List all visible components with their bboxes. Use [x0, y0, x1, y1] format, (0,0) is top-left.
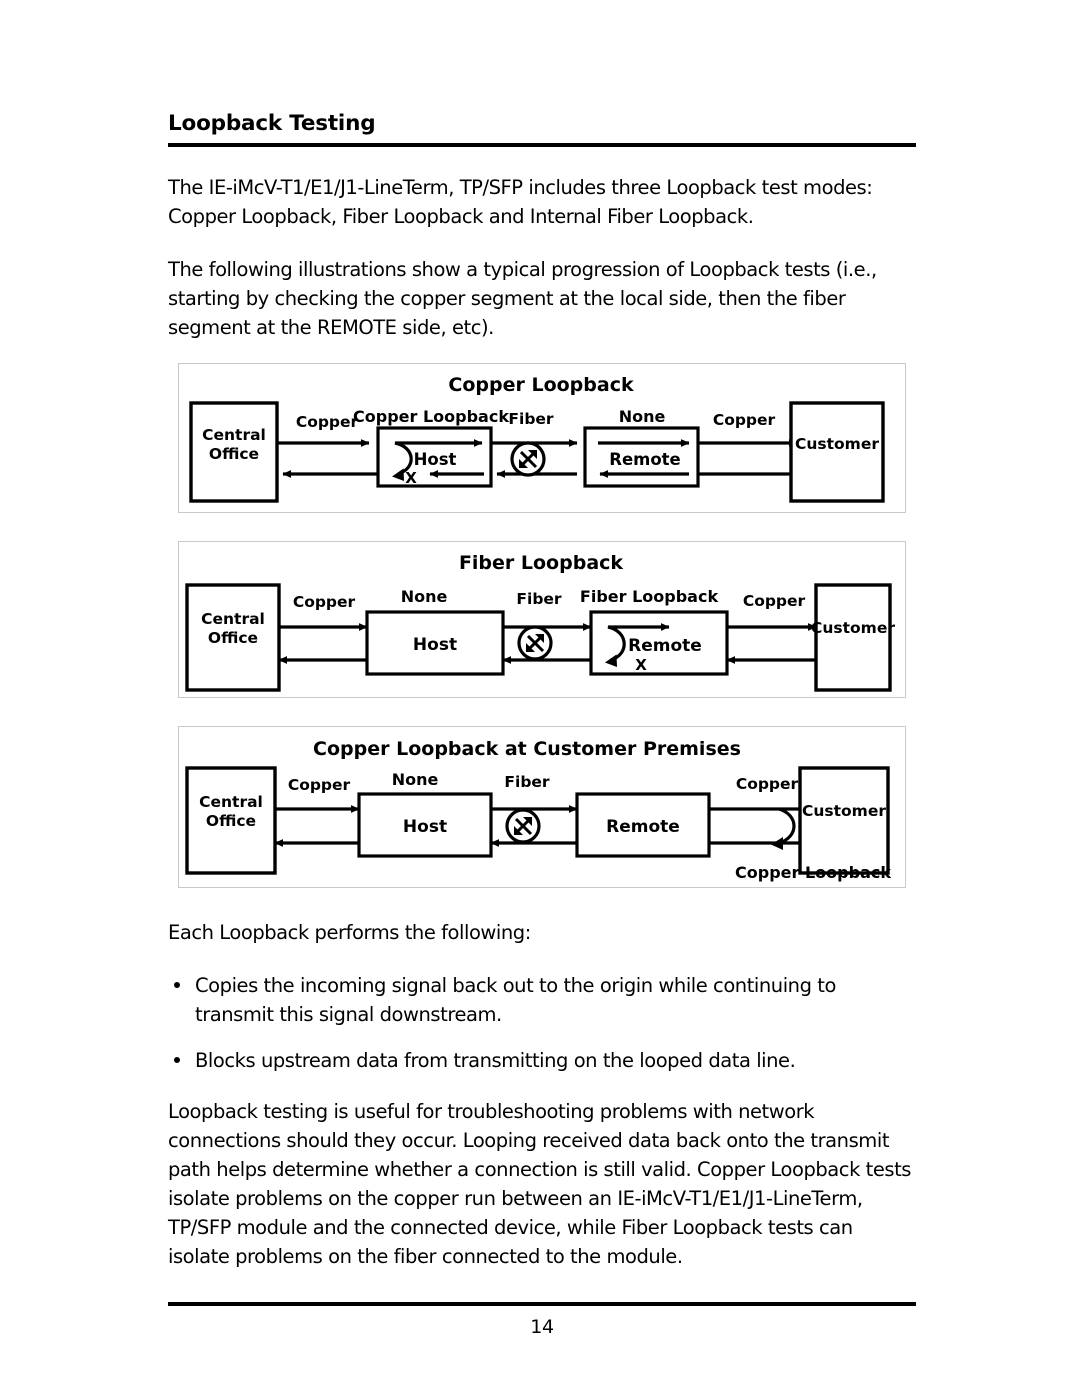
page-title: Loopback Testing: [168, 111, 376, 136]
customer-loopback-arc: [778, 807, 796, 845]
paragraph-closing: Loopback testing is useful for troublesh…: [168, 1099, 912, 1268]
page-footer: 14: [168, 1302, 916, 1338]
host-label: Host: [413, 635, 457, 655]
bullet-dot-icon: [174, 981, 180, 988]
figures-group: Copper Loopback Central Office Copper Co…: [178, 362, 916, 888]
customer-label: Customer: [802, 802, 886, 820]
figure-title: Copper Loopback: [448, 374, 634, 396]
link-label-copper-left: Copper: [296, 413, 359, 431]
host-label: Host: [403, 817, 447, 837]
link-label-fiber: Fiber: [508, 410, 554, 428]
fiber-transceiver-icon: [517, 625, 553, 661]
customer-loopback-arrowhead: [771, 836, 783, 850]
link-label-copper-right: Copper: [736, 775, 799, 793]
link-label-fiber: Fiber: [516, 590, 562, 608]
list-item: Blocks upstream data from transmitting o…: [168, 1046, 916, 1075]
central-office-label-line1: Central: [199, 793, 263, 811]
link-label-copper-left: Copper: [288, 776, 351, 794]
central-office-label-line2: Office: [208, 629, 258, 647]
figure-copper-loopback-customer-premises: Copper Loopback at Customer Premises Cen…: [178, 725, 906, 888]
host-mode-label: Copper Loopback: [353, 407, 509, 426]
list-item-text: Copies the incoming signal back out to t…: [195, 973, 836, 1026]
remote-label: Remote: [609, 450, 681, 469]
host-label: Host: [414, 450, 457, 469]
paragraph-illustrations: The following illustrations show a typic…: [168, 257, 877, 339]
customer-box: [814, 582, 892, 692]
customer-box: [798, 765, 890, 875]
title-divider: [168, 142, 916, 147]
link-label-copper-right: Copper: [713, 411, 776, 429]
footer-divider: [168, 1302, 916, 1306]
central-office-label-line2: Office: [206, 812, 256, 830]
host-mode-label: None: [392, 770, 439, 789]
central-office-label-line1: Central: [201, 610, 265, 628]
figure-fiber-loopback: Fiber Loopback Central Office Copper Non…: [178, 540, 906, 698]
fiber-transceiver-icon: [510, 441, 546, 477]
host-block-marker: X: [405, 469, 417, 487]
link-label-copper-right: Copper: [743, 592, 806, 610]
link-label-fiber: Fiber: [504, 773, 550, 791]
central-office-label-line1: Central: [202, 426, 266, 444]
remote-label: Remote: [606, 817, 680, 837]
figure-title: Fiber Loopback: [459, 552, 623, 574]
fiber-transceiver-icon: [505, 808, 541, 844]
paragraph-each-loopback: Each Loopback performs the following:: [168, 920, 531, 944]
remote-block-marker: X: [635, 656, 647, 674]
link-label-copper-left: Copper: [293, 593, 356, 611]
paragraph-intro: The IE-iMcV-T1/E1/J1-LineTerm, TP/SFP in…: [168, 175, 873, 228]
list-item-text: Blocks upstream data from transmitting o…: [195, 1048, 796, 1072]
bullet-dot-icon: [174, 1056, 180, 1063]
remote-mode-label: Fiber Loopback: [580, 587, 719, 606]
document-page: Loopback Testing The IE-iMcV-T1/E1/J1-Li…: [0, 0, 1080, 1397]
loopback-behavior-list: Copies the incoming signal back out to t…: [168, 971, 916, 1075]
central-office-label-line2: Office: [209, 445, 259, 463]
page-content: Loopback Testing The IE-iMcV-T1/E1/J1-Li…: [168, 112, 916, 1271]
host-mode-label: None: [401, 587, 448, 606]
remote-mode-label: None: [619, 407, 666, 426]
figure-copper-loopback: Copper Loopback Central Office Copper Co…: [178, 362, 906, 513]
remote-label: Remote: [628, 636, 702, 656]
page-number: 14: [530, 1316, 554, 1338]
figure-title: Copper Loopback at Customer Premises: [313, 738, 741, 760]
customer-label: Customer: [811, 619, 895, 637]
figure-caption: Copper Loopback: [735, 863, 891, 882]
list-item: Copies the incoming signal back out to t…: [168, 971, 916, 1029]
customer-label: Customer: [795, 435, 879, 453]
